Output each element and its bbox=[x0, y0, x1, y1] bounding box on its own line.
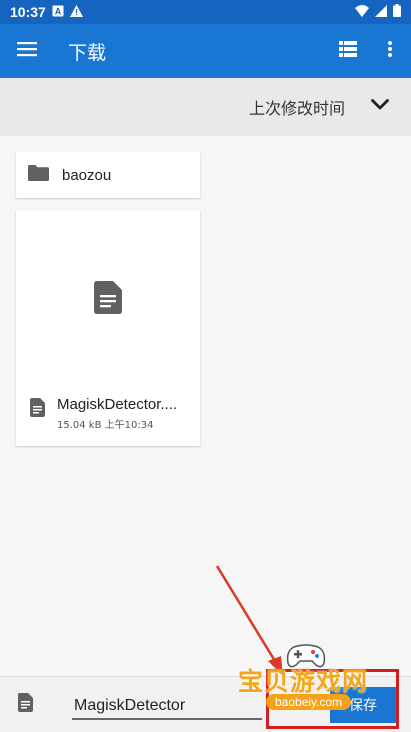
folder-name: baozou bbox=[62, 166, 112, 184]
status-bar: 10:37 A bbox=[0, 0, 411, 24]
a-notification-icon: A bbox=[52, 4, 64, 20]
file-item[interactable]: MagiskDetector.... 15.04 kB 上午10:34 bbox=[16, 210, 200, 446]
folder-item[interactable]: baozou bbox=[16, 152, 200, 198]
svg-text:A: A bbox=[55, 7, 62, 17]
sort-label[interactable]: 上次修改时间 bbox=[249, 95, 345, 119]
file-info: MagiskDetector.... 15.04 kB 上午10:34 bbox=[16, 396, 200, 442]
file-thumbnail bbox=[16, 210, 200, 390]
app-bar: 下载 bbox=[0, 24, 411, 78]
highlight-box bbox=[266, 669, 399, 729]
document-icon bbox=[18, 692, 33, 717]
menu-icon bbox=[17, 41, 37, 62]
page-title: 下载 bbox=[68, 41, 107, 64]
file-grid: baozou MagiskDetector.... 15.04 kB 上午10:… bbox=[0, 136, 411, 676]
file-name: MagiskDetector.... bbox=[57, 396, 178, 413]
status-time: 10:37 bbox=[10, 4, 46, 20]
file-meta: 15.04 kB 上午10:34 bbox=[57, 416, 187, 431]
filename-input[interactable] bbox=[72, 694, 262, 720]
folder-icon bbox=[28, 164, 49, 186]
signal-icon bbox=[375, 4, 387, 20]
warning-icon bbox=[69, 4, 83, 20]
file-time: 上午10:34 bbox=[104, 420, 154, 431]
document-icon bbox=[94, 281, 122, 319]
wifi-icon bbox=[355, 4, 369, 20]
list-view-button[interactable] bbox=[327, 24, 369, 78]
list-view-icon bbox=[339, 40, 357, 62]
more-options-button[interactable] bbox=[369, 24, 411, 78]
battery-icon bbox=[393, 4, 401, 20]
menu-button[interactable] bbox=[0, 24, 54, 78]
document-icon bbox=[30, 398, 45, 422]
file-size: 15.04 kB bbox=[57, 420, 102, 431]
sort-bar[interactable]: 上次修改时间 bbox=[0, 78, 411, 136]
more-vert-icon bbox=[388, 40, 392, 62]
chevron-down-icon[interactable] bbox=[371, 98, 389, 116]
